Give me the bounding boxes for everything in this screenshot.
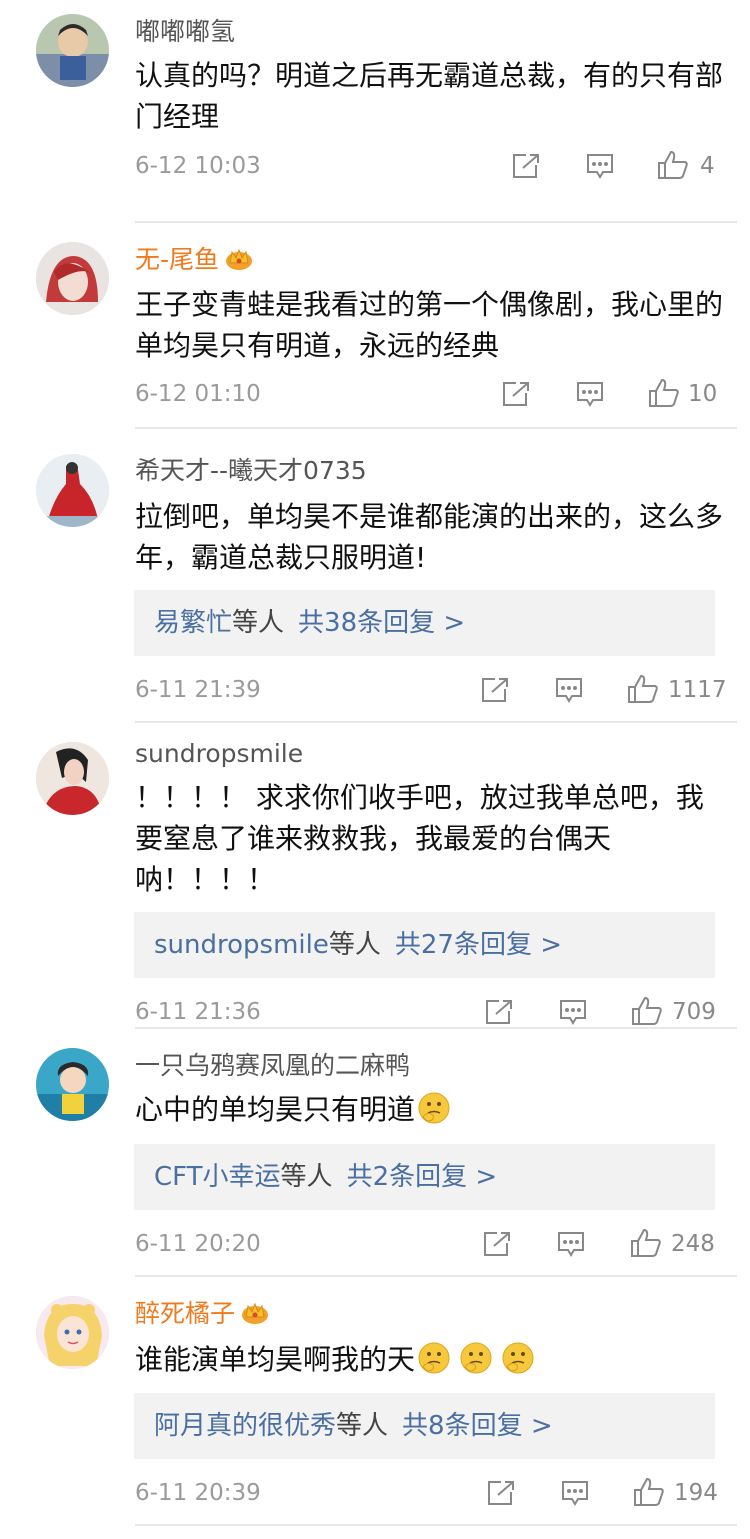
share-icon[interactable] bbox=[485, 999, 513, 1025]
thinking-face-icon bbox=[418, 1092, 450, 1124]
timestamp: 6-12 01:10 bbox=[135, 381, 261, 407]
reply-user[interactable]: 易繁忙 bbox=[134, 608, 232, 638]
username[interactable]: 希天才--曦天才0735 bbox=[135, 456, 367, 486]
reply-user[interactable]: sundropsmile bbox=[134, 930, 329, 960]
share-icon[interactable] bbox=[483, 1231, 511, 1257]
comment-text-body: 心中的单均昊只有明道 bbox=[135, 1093, 416, 1126]
avatar[interactable] bbox=[36, 454, 109, 527]
comment-icon[interactable] bbox=[586, 153, 614, 179]
divider bbox=[135, 1524, 737, 1526]
share-icon[interactable] bbox=[487, 1480, 515, 1506]
username[interactable]: 嘟嘟嘟氢 bbox=[135, 17, 235, 47]
timestamp: 6-11 20:39 bbox=[135, 1480, 261, 1506]
like-count: 709 bbox=[672, 999, 716, 1025]
thumbs-up-icon[interactable] bbox=[631, 996, 663, 1026]
reply-count-link[interactable]: 共38条回复 > bbox=[298, 608, 465, 638]
thinking-face-icon bbox=[460, 1342, 492, 1374]
username-text: 无-尾鱼 bbox=[135, 245, 220, 274]
comment-text: ！！！！ 求求你们收手吧，放过我单总吧，我要窒息了谁来救救我，我最爱的台偶天呐！… bbox=[135, 781, 704, 896]
reply-count-link[interactable]: 共27条回复 > bbox=[395, 930, 562, 960]
comment-icon[interactable] bbox=[555, 677, 583, 703]
like-count: 248 bbox=[671, 1231, 715, 1257]
avatar[interactable] bbox=[36, 1296, 109, 1369]
crown-icon bbox=[242, 1302, 269, 1324]
comment-text-body: 谁能演单均昊啊我的天 bbox=[135, 1343, 416, 1376]
like-count: 10 bbox=[688, 381, 718, 407]
thumbs-up-icon[interactable] bbox=[627, 674, 659, 704]
comment-text: 认真的吗？明道之后再无霸道总裁，有的只有部门经理 bbox=[135, 59, 724, 133]
comment-item: 醉死橘子 谁能演单均昊啊我的天 阿月真的很优秀等人 共8条回复 > 6-11 20… bbox=[0, 1276, 750, 1539]
comment-item: 希天才--曦天才0735 拉倒吧，单均昊不是谁都能演的出来的，这么多年，霸道总裁… bbox=[0, 428, 750, 722]
comment-item: sundropsmile ！！！！ 求求你们收手吧，放过我单总吧，我要窒息了谁来… bbox=[0, 722, 750, 1028]
comment-icon[interactable] bbox=[561, 1480, 589, 1506]
share-icon[interactable] bbox=[512, 153, 540, 179]
avatar[interactable] bbox=[36, 742, 109, 815]
thumbs-up-icon[interactable] bbox=[648, 378, 680, 408]
reply-count-link[interactable]: 共2条回复 > bbox=[347, 1162, 498, 1192]
username[interactable]: 一只乌鸦赛凤凰的二麻鸭 bbox=[135, 1051, 410, 1081]
comment-item: 一只乌鸦赛凤凰的二麻鸭 心中的单均昊只有明道 CFT小幸运等人 共2条回复 > 6… bbox=[0, 1028, 750, 1276]
reply-summary[interactable]: sundropsmile等人 共27条回复 > bbox=[134, 912, 715, 978]
username[interactable]: 醉死橘子 bbox=[135, 1299, 269, 1329]
avatar[interactable] bbox=[36, 14, 109, 87]
share-icon[interactable] bbox=[502, 381, 530, 407]
reply-count-link[interactable]: 共8条回复 > bbox=[402, 1411, 553, 1441]
like-count: 1117 bbox=[668, 677, 727, 703]
username[interactable]: sundropsmile bbox=[135, 739, 303, 769]
reply-etc: 等人 bbox=[336, 1411, 389, 1441]
comment-text: 心中的单均昊只有明道 bbox=[135, 1089, 725, 1130]
reply-summary[interactable]: 易繁忙等人 共38条回复 > bbox=[134, 590, 715, 656]
reply-summary[interactable]: 阿月真的很优秀等人 共8条回复 > bbox=[134, 1393, 715, 1459]
timestamp: 6-11 21:36 bbox=[135, 999, 261, 1025]
reply-user[interactable]: CFT小幸运 bbox=[134, 1162, 281, 1192]
thumbs-up-icon[interactable] bbox=[630, 1228, 662, 1258]
like-count: 194 bbox=[674, 1480, 718, 1506]
reply-summary[interactable]: CFT小幸运等人 共2条回复 > bbox=[134, 1144, 715, 1210]
avatar[interactable] bbox=[36, 242, 109, 315]
comment-text: 王子变青蛙是我看过的第一个偶像剧，我心里的单均昊只有明道，永远的经典 bbox=[135, 288, 724, 362]
timestamp: 6-12 10:03 bbox=[135, 153, 261, 179]
reply-etc: 等人 bbox=[280, 1162, 333, 1192]
thumbs-up-icon[interactable] bbox=[633, 1477, 665, 1507]
thinking-face-icon bbox=[502, 1342, 534, 1374]
username[interactable]: 无-尾鱼 bbox=[135, 245, 253, 275]
comment-icon[interactable] bbox=[557, 1231, 585, 1257]
comment-icon[interactable] bbox=[559, 999, 587, 1025]
comment-icon[interactable] bbox=[576, 381, 604, 407]
comment-item: 嘟嘟嘟氢 认真的吗？明道之后再无霸道总裁，有的只有部门经理 6-12 10:03… bbox=[0, 0, 750, 222]
timestamp: 6-11 21:39 bbox=[135, 677, 261, 703]
comment-text: 谁能演单均昊啊我的天 bbox=[135, 1339, 725, 1380]
thumbs-up-icon[interactable] bbox=[657, 150, 689, 180]
crown-icon bbox=[226, 248, 253, 270]
reply-etc: 等人 bbox=[232, 608, 285, 638]
like-count: 4 bbox=[700, 153, 715, 179]
comment-text: 拉倒吧，单均昊不是谁都能演的出来的，这么多年，霸道总裁只服明道! bbox=[135, 500, 724, 574]
username-text: 醉死橘子 bbox=[135, 1299, 236, 1328]
timestamp: 6-11 20:20 bbox=[135, 1231, 261, 1257]
thinking-face-icon bbox=[418, 1342, 450, 1374]
avatar[interactable] bbox=[36, 1048, 109, 1121]
share-icon[interactable] bbox=[481, 677, 509, 703]
comment-item: 无-尾鱼 王子变青蛙是我看过的第一个偶像剧，我心里的单均昊只有明道，永远的经典 … bbox=[0, 222, 750, 428]
reply-etc: 等人 bbox=[328, 930, 381, 960]
reply-user[interactable]: 阿月真的很优秀 bbox=[134, 1411, 336, 1441]
